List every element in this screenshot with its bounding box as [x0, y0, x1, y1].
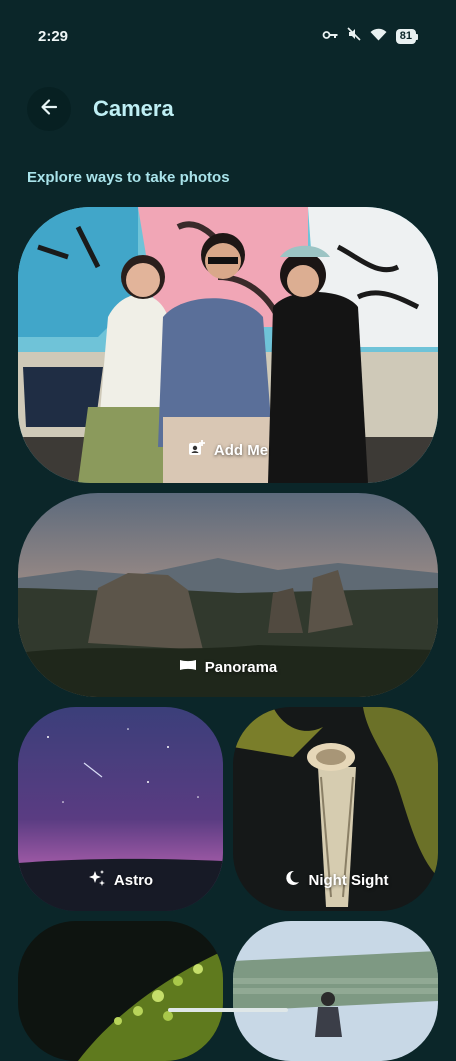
sparkle-icon: [88, 869, 106, 891]
home-indicator[interactable]: [168, 1008, 288, 1012]
astro-label: Astro: [18, 869, 223, 891]
motion-photo: [233, 921, 438, 1061]
motion-card[interactable]: [233, 921, 438, 1061]
moon-icon: [283, 869, 301, 891]
battery-level: 81: [395, 29, 416, 44]
panorama-icon: [179, 658, 197, 676]
status-icons: 81: [322, 27, 418, 46]
back-button[interactable]: [27, 87, 71, 131]
status-time: 2:29: [38, 28, 69, 45]
arrow-left-icon: [39, 97, 59, 122]
macro-photo: [18, 921, 223, 1061]
panorama-card[interactable]: Panorama: [18, 493, 438, 697]
add-me-icon: [188, 439, 206, 461]
add-me-label: Add Me: [18, 439, 438, 461]
status-bar: 2:29 81: [0, 0, 456, 72]
add-me-card[interactable]: Add Me: [18, 207, 438, 483]
macro-card[interactable]: [18, 921, 223, 1061]
battery-icon: 81: [395, 29, 418, 44]
page-title: Camera: [93, 96, 174, 121]
vpn-key-icon: [322, 28, 338, 46]
night-sight-label: Night Sight: [233, 869, 438, 891]
panorama-label: Panorama: [18, 658, 438, 676]
astro-card[interactable]: Astro: [18, 707, 223, 911]
wifi-icon: [370, 28, 387, 46]
section-label: Explore ways to take photos: [27, 169, 230, 186]
night-sight-card[interactable]: Night Sight: [233, 707, 438, 911]
mute-icon: [347, 27, 361, 46]
